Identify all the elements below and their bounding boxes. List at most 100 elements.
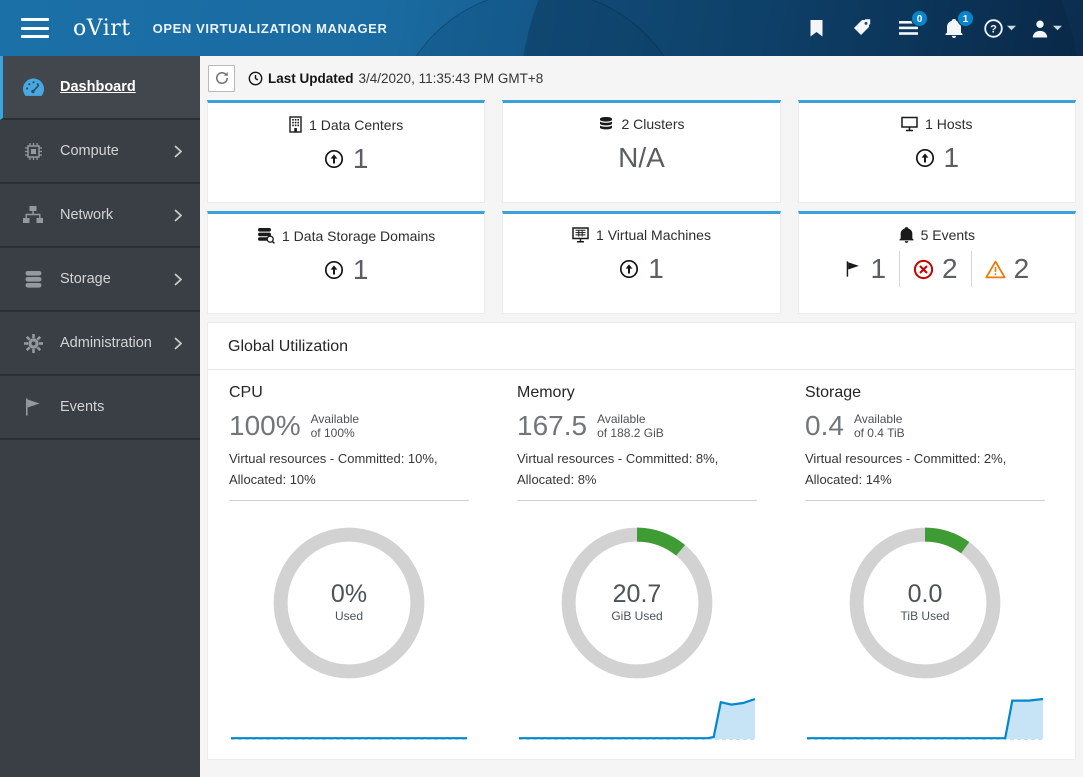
hosts-card[interactable]: 1 Hosts 1 — [797, 100, 1076, 203]
donut-label: GiB Used — [611, 609, 663, 624]
card-value: 1 — [943, 142, 960, 173]
panel-title: CPU — [229, 384, 263, 401]
chevron-right-icon — [174, 272, 182, 286]
dashboard-tachometer-icon — [21, 77, 45, 98]
refresh-button[interactable] — [208, 64, 235, 92]
card-value: 1 — [648, 253, 664, 284]
storage-domain-icon — [258, 228, 275, 244]
building-icon — [289, 116, 302, 133]
card-label: 1 Data Storage Domains — [282, 227, 436, 244]
clock-icon — [248, 71, 263, 85]
available-label: Available — [597, 411, 646, 426]
sidebar-item-label: Events — [60, 399, 105, 415]
product-title: OPEN VIRTUALIZATION MANAGER — [152, 20, 388, 36]
virtual-machines-card[interactable]: 1 Virtual Machines 1 — [502, 211, 781, 314]
sidebar-item-dashboard[interactable]: Dashboard — [0, 56, 200, 120]
menu-toggle-button[interactable] — [21, 18, 49, 38]
network-icon — [21, 205, 45, 225]
storage-sparkline-chart — [805, 693, 1045, 745]
warning-icon — [985, 260, 1006, 278]
sidebar-item-compute[interactable]: Compute — [0, 120, 200, 184]
donut-label: TiB Used — [900, 609, 950, 624]
storage-disks-icon — [21, 269, 45, 290]
bookmark-button[interactable] — [797, 8, 835, 48]
cpu-sparkline-chart — [229, 693, 469, 745]
available-label: Available — [853, 411, 903, 426]
flag-icon — [21, 397, 45, 417]
refresh-icon — [215, 71, 228, 84]
card-value: 1 — [352, 143, 369, 174]
audit-events-count[interactable]: 1 — [831, 251, 899, 287]
user-menu-button[interactable] — [1027, 8, 1065, 48]
storage-available-value: 0.4 — [805, 410, 844, 441]
notifications-button[interactable]: 1 — [935, 8, 974, 48]
warning-events-count[interactable]: 2 — [970, 251, 1043, 287]
help-icon: ? — [984, 18, 1003, 38]
events-card[interactable]: 5 Events 1 2 2 — [797, 211, 1076, 314]
tasks-badge: 0 — [911, 10, 928, 27]
chevron-right-icon — [174, 144, 182, 158]
user-icon — [1032, 20, 1047, 37]
sidebar-item-storage[interactable]: Storage — [0, 248, 200, 312]
memory-sparkline-chart — [517, 693, 757, 745]
error-icon — [913, 259, 934, 279]
chevron-down-icon — [1007, 25, 1016, 31]
masthead: oVirt OPEN VIRTUALIZATION MANAGER 0 1 ? — [0, 0, 1083, 56]
cpu-available-value: 100% — [229, 410, 301, 441]
available-of: of 100% — [310, 426, 355, 440]
cpu-icon — [21, 141, 45, 162]
refresh-bar: Last Updated 3/4/2020, 11:35:43 PM GMT+8 — [200, 56, 1083, 100]
storage-utilization-panel: Storage 0.4 Available of 0.4 TiB Virtual… — [805, 384, 1045, 745]
storage-donut-chart: 0.0 TiB Used — [849, 527, 1001, 679]
tasks-button[interactable]: 0 — [889, 8, 928, 48]
cpu-utilization-panel: CPU 100% Available of 100% Virtual resou… — [229, 384, 469, 745]
global-utilization-title: Global Utilization — [208, 323, 1075, 370]
tags-button[interactable] — [843, 8, 881, 48]
sidebar-item-label: Storage — [60, 271, 111, 287]
card-label: 5 Events — [920, 227, 976, 243]
sidebar-item-network[interactable]: Network — [0, 184, 200, 248]
chevron-right-icon — [174, 208, 182, 222]
sidebar-item-administration[interactable]: Administration — [0, 312, 200, 376]
tag-icon — [853, 19, 870, 35]
clusters-card[interactable]: 2 Clusters N/A — [502, 100, 781, 203]
card-label: 1 Data Centers — [309, 116, 404, 133]
sidebar-item-label: Dashboard — [60, 79, 136, 95]
last-updated-label: Last Updated — [268, 70, 354, 86]
sidebar-item-events[interactable]: Events — [0, 376, 200, 440]
data-centers-card[interactable]: 1 Data Centers 1 — [207, 100, 486, 203]
available-label: Available — [310, 411, 360, 426]
inventory-cards: 1 Data Centers 1 2 Clusters N/A 1 Hosts … — [200, 100, 1083, 314]
bell-icon — [898, 227, 914, 243]
bookmark-icon — [810, 19, 822, 36]
cpu-donut-chart: 0% Used — [273, 527, 425, 679]
card-label: 2 Clusters — [621, 116, 685, 132]
svg-text:?: ? — [990, 23, 997, 35]
flag-icon — [847, 261, 860, 277]
chevron-down-icon — [1052, 25, 1062, 31]
monitor-icon — [901, 116, 918, 132]
notifications-badge: 1 — [957, 10, 974, 27]
cluster-icon — [600, 117, 613, 130]
memory-available-value: 167.5 — [517, 410, 588, 441]
last-updated-value: 3/4/2020, 11:35:43 PM GMT+8 — [358, 70, 544, 86]
cpu-virtual-resources: Virtual resources - Committed: 10%, Allo… — [229, 451, 438, 487]
status-up-icon — [324, 149, 343, 169]
status-up-icon — [324, 260, 343, 280]
donut-value: 20.7 — [612, 580, 662, 609]
sidebar: Dashboard Compute Network Storage Admini… — [0, 56, 200, 777]
memory-utilization-panel: Memory 167.5 Available of 188.2 GiB Virt… — [517, 384, 757, 745]
chevron-right-icon — [174, 336, 182, 350]
donut-label: Used — [334, 609, 363, 624]
sidebar-item-label: Network — [60, 207, 114, 223]
storage-domains-card[interactable]: 1 Data Storage Domains 1 — [207, 211, 486, 314]
memory-virtual-resources: Virtual resources - Committed: 8%, Alloc… — [517, 451, 719, 487]
status-up-icon — [620, 259, 639, 279]
error-events-count[interactable]: 2 — [899, 251, 971, 287]
sidebar-item-label: Compute — [60, 143, 119, 159]
available-of: of 0.4 TiB — [853, 426, 905, 440]
ovirt-logo[interactable]: oVirt — [73, 16, 131, 41]
help-menu-button[interactable]: ? — [981, 8, 1019, 48]
memory-donut-chart: 20.7 GiB Used — [561, 527, 713, 679]
global-utilization-card: Global Utilization CPU 100% Available of… — [207, 322, 1076, 760]
